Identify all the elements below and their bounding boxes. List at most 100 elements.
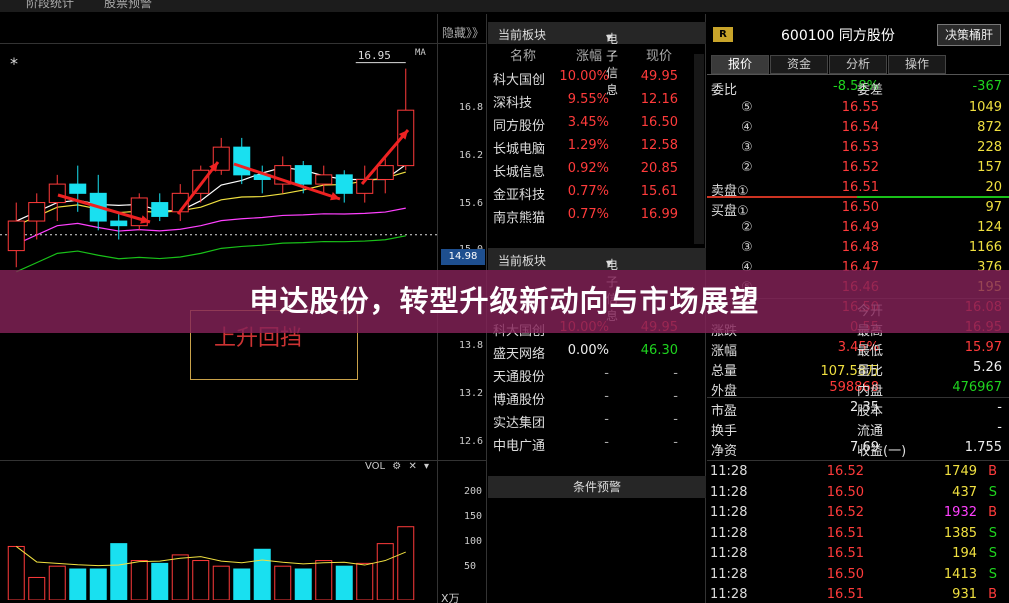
candle[interactable] <box>315 174 333 185</box>
volume-bar[interactable] <box>397 526 415 600</box>
volume-bar[interactable] <box>89 568 107 600</box>
volume-bar[interactable] <box>110 543 128 600</box>
sector-row[interactable]: 长城电脑 1.29% 12.58 <box>488 135 706 158</box>
stat-label: 市盈 <box>711 404 738 419</box>
sector-row[interactable]: 盛天网络 0.00% 46.30 <box>488 340 706 363</box>
tick-volume: 1749 <box>943 464 977 479</box>
close-icon[interactable]: ✕ <box>408 461 416 472</box>
buy-level-row[interactable]: 买盘① 16.50 97 <box>707 198 1009 219</box>
volume-bar[interactable] <box>48 565 66 600</box>
volume-bar[interactable] <box>233 568 251 600</box>
tick-volume: 194 <box>952 546 977 561</box>
sell-level-row[interactable]: ② 16.52 157 <box>707 158 1009 178</box>
volume-bar[interactable] <box>151 562 169 600</box>
decision-button[interactable]: 决策桶肝 <box>937 24 1001 46</box>
sector-row[interactable]: 博通股份 - - <box>488 386 706 409</box>
volume-bar[interactable] <box>192 560 210 600</box>
tab-operation[interactable]: 操作 <box>888 55 946 74</box>
candle[interactable] <box>69 183 87 194</box>
sell-level-row[interactable]: ③ 16.53 228 <box>707 138 1009 158</box>
sell-volume: 228 <box>977 140 1002 155</box>
candle[interactable] <box>151 202 169 217</box>
candle[interactable] <box>110 220 128 227</box>
volume-bar[interactable] <box>356 562 374 600</box>
volume-bar[interactable] <box>253 548 271 600</box>
sector-row[interactable]: 同方股份 3.45% 16.50 <box>488 112 706 135</box>
volume-ma-line <box>15 546 406 567</box>
sell-level-row[interactable]: ④ 16.54 872 <box>707 118 1009 138</box>
tick-row[interactable]: 11:28 16.51 1385 S <box>707 524 1009 544</box>
sector-row[interactable]: 天通股份 - - <box>488 363 706 386</box>
tick-row[interactable]: 11:28 16.52 1932 B <box>707 503 1009 523</box>
tick-row[interactable]: 11:28 16.52 1749 B <box>707 462 1009 482</box>
tick-price: 16.52 <box>826 505 864 520</box>
menu-icon[interactable]: ▾ <box>424 461 429 472</box>
volume-bar[interactable] <box>294 568 312 600</box>
stock-change: 3.45% <box>567 115 609 130</box>
hide-panel-button[interactable]: 隐藏》》 <box>442 24 484 41</box>
sector-row[interactable]: 科大国创 10.00% 49.95 <box>488 66 706 89</box>
sell-level-row[interactable]: 卖盘① 16.51 20 <box>707 178 1009 199</box>
candle[interactable] <box>28 202 46 222</box>
volume-bar[interactable] <box>335 565 353 600</box>
tick-side: B <box>988 587 997 602</box>
sell-level-label: ③ <box>741 140 753 155</box>
col-price[interactable]: 现价 <box>646 45 672 64</box>
sector-row[interactable]: 实达集团 - - <box>488 409 706 432</box>
price-tick-label: 12.6 <box>459 436 484 447</box>
sector-row[interactable]: 南京熊猫 0.77% 16.99 <box>488 204 706 227</box>
buy-level-row[interactable]: ② 16.49 124 <box>707 218 1009 238</box>
condition-alert-header[interactable]: 条件预警 <box>488 476 706 498</box>
volume-header: VOL ⚙ ✕ ▾ <box>365 461 429 472</box>
buy-level-row[interactable]: ③ 16.48 1166 <box>707 238 1009 258</box>
volume-bar[interactable] <box>212 565 230 600</box>
margin-badge: R <box>713 27 733 42</box>
sector-row[interactable]: 金亚科技 0.77% 15.61 <box>488 181 706 204</box>
sector-scrollbar[interactable] <box>694 54 704 244</box>
col-name[interactable]: 名称 <box>510 45 536 64</box>
sector-row[interactable]: 长城信息 0.92% 20.85 <box>488 158 706 181</box>
tick-price: 16.51 <box>826 587 864 602</box>
volume-bar[interactable] <box>315 560 333 600</box>
candle[interactable] <box>7 220 25 252</box>
volume-bar[interactable] <box>376 543 394 600</box>
sector-row[interactable]: 深科技 9.55% 12.16 <box>488 89 706 112</box>
sell-volume: 20 <box>985 180 1002 195</box>
stage-stats-button[interactable]: 阶段统计 <box>26 0 74 11</box>
volume-bar[interactable] <box>7 545 25 600</box>
volume-bar[interactable] <box>69 568 87 600</box>
col-change[interactable]: 涨幅 <box>576 45 602 64</box>
candle[interactable] <box>233 146 251 176</box>
volume-bar[interactable] <box>171 554 189 600</box>
sector-row[interactable]: 中电广通 - - <box>488 432 706 455</box>
volume-unit-label: X万 <box>441 592 460 603</box>
volume-bar[interactable] <box>28 576 46 600</box>
tab-funds[interactable]: 资金 <box>770 55 828 74</box>
tick-row[interactable]: 11:28 16.51 194 S <box>707 544 1009 564</box>
candle[interactable] <box>48 183 66 204</box>
candle[interactable] <box>335 174 353 194</box>
gear-icon[interactable]: ⚙ <box>392 461 401 472</box>
tick-row[interactable]: 11:28 16.51 931 B <box>707 585 1009 603</box>
sell-price: 16.54 <box>841 120 879 135</box>
candle[interactable] <box>376 165 394 180</box>
chevron-down-icon: ▾ <box>606 30 613 44</box>
volume-bar[interactable] <box>130 560 148 600</box>
tick-row[interactable]: 11:28 16.50 437 S <box>707 483 1009 503</box>
ma20-line <box>16 207 406 245</box>
tick-row[interactable]: 11:28 16.50 1413 S <box>707 565 1009 585</box>
stock-alert-button[interactable]: 股票预警 <box>104 0 152 11</box>
buy-level-label: 买盘① <box>711 204 749 219</box>
volume-chart[interactable] <box>0 476 437 600</box>
sell-price: 16.51 <box>841 180 879 195</box>
tab-quote[interactable]: 报价 <box>711 55 769 74</box>
volume-bar[interactable] <box>274 565 292 600</box>
candlestick-chart[interactable] <box>0 44 437 478</box>
peak-price-label: 16.95 <box>357 48 391 62</box>
tab-analysis[interactable]: 分析 <box>829 55 887 74</box>
weicha-value: -367 <box>972 79 1002 94</box>
weibi-row: 委比 -8.58% 委差 -367 <box>707 77 1009 98</box>
current-sector-label: 当前板块 <box>498 28 547 42</box>
sell-level-row[interactable]: ⑤ 16.55 1049 <box>707 98 1009 118</box>
candle[interactable] <box>294 165 312 185</box>
